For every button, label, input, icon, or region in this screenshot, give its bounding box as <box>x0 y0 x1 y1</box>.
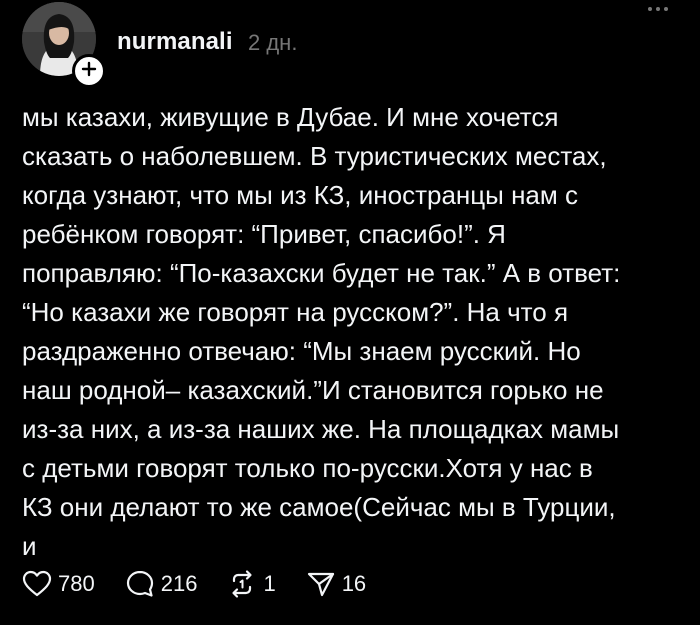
more-horizontal-icon <box>646 0 670 18</box>
share-count: 16 <box>341 571 367 596</box>
post-actions-bar: 780 216 1 16 <box>22 566 396 602</box>
comment-icon <box>125 569 155 599</box>
like-count: 780 <box>58 571 95 596</box>
share-button[interactable]: 16 <box>306 569 366 599</box>
comment-button[interactable]: 216 <box>125 569 198 599</box>
post-timestamp: 2 дн. <box>248 30 298 55</box>
comment-count: 216 <box>160 571 198 596</box>
post-header: nurmanali 2 дн. <box>22 0 682 90</box>
heart-icon <box>22 570 52 598</box>
post-body-text: мы казахи, живущие в Дубае. И мне хочетс… <box>22 102 621 561</box>
repost-button[interactable]: 1 <box>227 569 276 599</box>
author-username[interactable]: nurmanali <box>117 28 233 56</box>
like-button[interactable]: 780 <box>22 570 95 598</box>
follow-button[interactable] <box>72 54 106 88</box>
repost-icon <box>227 569 257 599</box>
plus-icon <box>81 61 97 82</box>
more-options-button[interactable] <box>638 0 678 24</box>
repost-count: 1 <box>263 571 276 596</box>
send-icon <box>306 569 336 599</box>
